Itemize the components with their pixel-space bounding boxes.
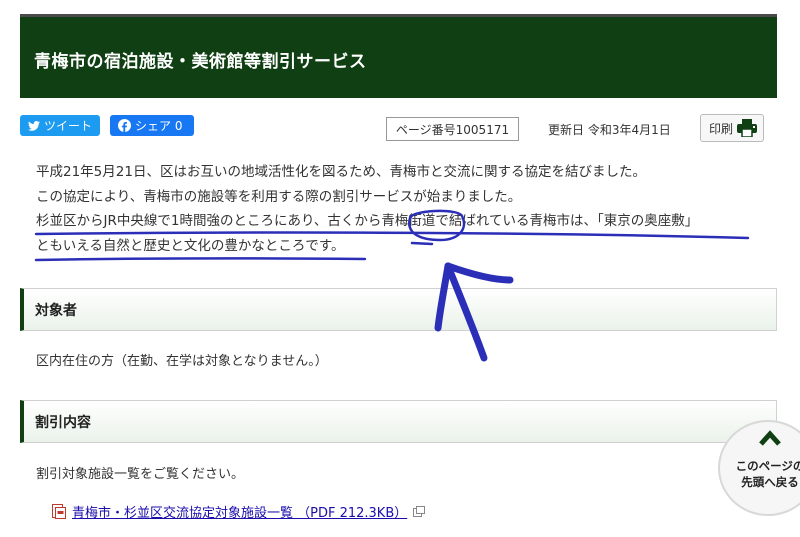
page: 青梅市の宿泊施設・美術館等割引サービス ツイート シェア 0 ページ番号1005… bbox=[20, 0, 777, 537]
back-to-top-line: このページの bbox=[735, 459, 800, 473]
page-title: 青梅市の宿泊施設・美術館等割引サービス bbox=[34, 52, 367, 72]
section-body-target: 区内在住の方（在勤、在学は対象となりません。） bbox=[36, 354, 328, 369]
updated-date: 更新日 令和3年4月1日 bbox=[548, 123, 671, 137]
chevron-up-icon bbox=[759, 430, 781, 446]
intro-text: 平成21年5月21日、区はお互いの地域活性化を図るため、青梅市と交流に関する協定… bbox=[36, 160, 776, 258]
social-buttons: ツイート シェア 0 bbox=[20, 115, 194, 136]
printer-icon bbox=[737, 119, 757, 137]
facebook-share-button[interactable]: シェア 0 bbox=[110, 115, 194, 136]
tweet-label: ツイート bbox=[44, 119, 93, 133]
page-number: ページ番号1005171 bbox=[386, 117, 519, 141]
page-header: 青梅市の宿泊施設・美術館等割引サービス bbox=[20, 14, 777, 98]
facebook-icon bbox=[118, 119, 131, 132]
intro-line: 平成21年5月21日、区はお互いの地域活性化を図るため、青梅市と交流に関する協定… bbox=[36, 164, 646, 180]
intro-line: ともいえる自然と歴史と文化の豊かなところです。 bbox=[36, 237, 345, 254]
print-button[interactable]: 印刷 bbox=[700, 114, 764, 142]
section-heading-discount: 割引内容 bbox=[20, 400, 777, 443]
new-window-icon bbox=[413, 506, 426, 517]
tweet-button[interactable]: ツイート bbox=[20, 115, 100, 136]
back-to-top-line: 先頭へ戻る bbox=[741, 475, 799, 489]
pdf-link-label: 青梅市・杉並区交流協定対象施設一覧 （PDF 212.3KB） bbox=[72, 506, 408, 521]
section-heading-target: 対象者 bbox=[20, 288, 777, 331]
back-to-top-label: このページの 先頭へ戻る bbox=[730, 458, 800, 490]
intro-line: この協定により、青梅市の施設等を利用する際の割引サービスが始まりました。 bbox=[36, 188, 522, 205]
twitter-bird-icon bbox=[28, 120, 40, 131]
share-label: シェア 0 bbox=[135, 119, 183, 133]
pdf-icon bbox=[52, 504, 66, 519]
section-body-discount: 割引対象施設一覧をご覧ください。 bbox=[36, 467, 245, 482]
print-label: 印刷 bbox=[709, 121, 734, 136]
pdf-link[interactable]: 青梅市・杉並区交流協定対象施設一覧 （PDF 212.3KB） bbox=[52, 502, 426, 521]
intro-line: 杉並区からJR中央線で1時間強のところにあり、古くから青梅街道で結ばれている青梅… bbox=[36, 213, 699, 229]
